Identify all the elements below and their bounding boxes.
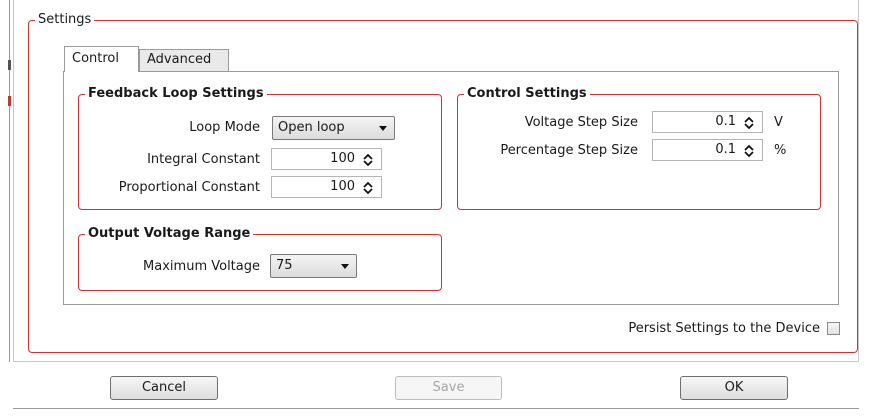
proportional-constant-label: Proportional Constant (118, 180, 260, 195)
edge-marker-red (8, 96, 11, 106)
spinner-arrows-icon[interactable] (744, 144, 754, 158)
spinner-arrows-icon[interactable] (363, 153, 373, 167)
integral-constant-spinner[interactable]: 100 (271, 148, 382, 170)
ok-button[interactable]: OK (680, 376, 788, 400)
spinner-arrows-icon[interactable] (363, 181, 373, 195)
proportional-constant-spinner[interactable]: 100 (271, 176, 382, 198)
control-settings-title: Control Settings (467, 86, 587, 101)
loop-mode-value: Open loop (278, 120, 345, 135)
percentage-step-label: Percentage Step Size (500, 143, 638, 158)
maximum-voltage-label: Maximum Voltage (143, 259, 260, 274)
persist-settings-label: Persist Settings to the Device (628, 321, 820, 336)
percentage-step-value: 0.1 (715, 142, 736, 157)
voltage-step-spinner[interactable]: 0.1 (652, 111, 763, 133)
voltage-step-label: Voltage Step Size (524, 115, 638, 130)
percentage-step-unit: % (774, 143, 787, 158)
percentage-step-spinner[interactable]: 0.1 (652, 139, 763, 161)
window-bottom-border (13, 408, 859, 409)
loop-mode-dropdown[interactable]: Open loop (272, 116, 395, 140)
loop-mode-label: Loop Mode (189, 120, 260, 135)
tab-advanced[interactable]: Advanced (139, 49, 229, 71)
output-voltage-title: Output Voltage Range (88, 226, 251, 241)
maximum-voltage-value: 75 (276, 258, 293, 273)
settings-group-title: Settings (38, 12, 92, 27)
save-button[interactable]: Save (395, 376, 502, 400)
integral-constant-label: Integral Constant (147, 152, 260, 167)
chevron-down-icon (341, 264, 349, 269)
proportional-constant-value: 100 (330, 179, 355, 194)
cancel-button[interactable]: Cancel (110, 376, 218, 400)
spinner-arrows-icon[interactable] (744, 116, 754, 130)
integral-constant-value: 100 (330, 151, 355, 166)
voltage-step-unit: V (774, 115, 783, 130)
voltage-step-value: 0.1 (715, 114, 736, 129)
persist-settings-checkbox[interactable] (827, 322, 840, 335)
output-voltage-group: Output Voltage Range (78, 227, 442, 291)
chevron-down-icon (379, 126, 387, 131)
feedback-loop-title: Feedback Loop Settings (88, 86, 264, 101)
edge-marker (8, 60, 11, 70)
tab-control[interactable]: Control (64, 46, 139, 72)
maximum-voltage-dropdown[interactable]: 75 (270, 254, 357, 278)
